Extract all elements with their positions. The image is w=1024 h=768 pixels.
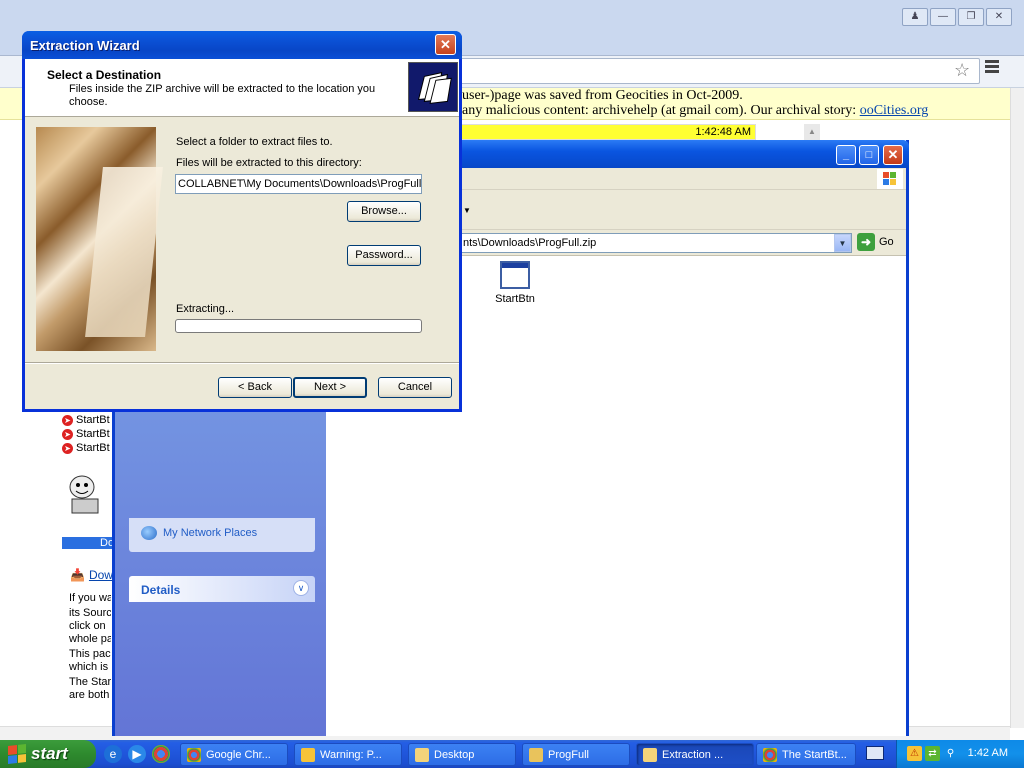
bookmark-star-icon[interactable]: ☆ (954, 60, 970, 81)
close-icon[interactable]: ✕ (883, 145, 903, 165)
close-icon[interactable]: ✕ (986, 8, 1012, 26)
file-item[interactable]: StartBtn (492, 261, 538, 305)
system-tray: ⚠ ⇄ ⚲ 1:42 AM (896, 740, 1024, 768)
extraction-progress-bar (175, 319, 422, 333)
arrow-bullet-icon: ➤ (62, 442, 73, 454)
banner-line-1: user-)page was saved from Geocities in O… (462, 88, 743, 103)
go-button[interactable]: ➜ Go (857, 233, 894, 251)
wizard-heading: Select a Destination (47, 68, 162, 82)
file-name: StartBtn (495, 293, 535, 305)
arrow-bullet-icon: ➤ (62, 428, 73, 440)
extraction-wizard-dialog: Extraction Wizard ✕ Select a Destination… (22, 31, 462, 412)
wizard-subtext: Files inside the ZIP archive will be ext… (69, 83, 376, 108)
network-icon[interactable]: ⇄ (925, 746, 940, 761)
directory-label: Files will be extracted to this director… (176, 157, 362, 169)
download-link[interactable]: Dow (89, 568, 113, 582)
application-window-icon (500, 261, 530, 289)
maximize-icon[interactable]: □ (859, 145, 879, 165)
next-button[interactable]: Next > (293, 377, 367, 398)
download-header-bar: Do (62, 537, 114, 549)
wizard-divider (25, 362, 459, 364)
close-icon[interactable]: ✕ (435, 34, 456, 55)
wizard-side-image (36, 127, 156, 351)
views-dropdown-icon[interactable]: ▼ (463, 206, 471, 215)
restore-icon[interactable]: ❐ (958, 8, 984, 26)
network-places-label: My Network Places (163, 527, 258, 539)
network-globe-icon (141, 526, 157, 540)
page-clock: 1:42:48 AM (460, 124, 756, 140)
taskbar-button[interactable]: ProgFull (522, 743, 630, 766)
taskbar-button[interactable]: Warning: P... (294, 743, 402, 766)
browse-button[interactable]: Browse... (347, 201, 421, 222)
folder-icon (643, 747, 657, 762)
extracting-label: Extracting... (176, 303, 235, 315)
search-icon[interactable]: ⚲ (943, 746, 958, 761)
details-panel-header[interactable]: Details ∨ (129, 576, 315, 602)
select-folder-label: Select a folder to extract files to. (176, 136, 333, 148)
taskbar-button-label: Desktop (434, 748, 475, 761)
go-label: Go (879, 236, 894, 248)
list-item[interactable]: ➤ StartBt (62, 428, 110, 440)
address-bar[interactable] (420, 58, 980, 84)
windows-media-icon[interactable]: ▶ (128, 745, 146, 763)
chevron-down-icon[interactable]: ∨ (293, 580, 309, 596)
windows-flag-icon (8, 744, 26, 764)
scroll-up-icon[interactable]: ▲ (804, 124, 820, 140)
zip-folders-icon (408, 62, 458, 112)
taskbar-button-label: Extraction ... (662, 748, 724, 761)
oocities-link[interactable]: ooCities.org (860, 103, 929, 118)
warning-icon (301, 747, 315, 762)
hamburger-menu-icon[interactable] (985, 60, 999, 74)
wizard-title: Extraction Wizard (30, 38, 140, 53)
zip-folder-icon (529, 747, 543, 762)
keyboard-icon[interactable] (866, 746, 884, 760)
webpage-body-text: If you wa its Sourc click on whole pa Th… (69, 592, 111, 701)
taskbar-button[interactable]: The StartBt... (756, 743, 856, 766)
cancel-button[interactable]: Cancel (378, 377, 452, 398)
details-label: Details (141, 583, 181, 597)
taskbar: start e ▶ Google Chr... Warning: P... Desk… (0, 740, 1024, 768)
network-places-box: My Network Places (129, 518, 315, 552)
page-scrollbar[interactable] (1010, 88, 1024, 728)
computer-mascot-icon (69, 475, 99, 514)
chevron-down-icon[interactable]: ▼ (834, 234, 851, 252)
arrow-bullet-icon: ➤ (62, 414, 73, 426)
chrome-icon (763, 747, 777, 762)
banner-line-2: any malicious content: archivehelp (at g… (462, 103, 857, 118)
chrome-icon[interactable] (152, 745, 170, 763)
tray-icons: ⚠ ⇄ ⚲ (907, 746, 958, 761)
taskbar-button-label: ProgFull (548, 748, 589, 761)
download-row[interactable]: 📥 Dow (70, 568, 113, 582)
back-button[interactable]: < Back (218, 377, 292, 398)
download-icon: 📥 (70, 568, 85, 582)
taskbar-button[interactable]: Extraction ... (636, 743, 754, 766)
taskbar-button[interactable]: Desktop (408, 743, 516, 766)
taskbar-button-label: Google Chr... (206, 748, 271, 761)
start-button[interactable]: start (0, 740, 96, 768)
wizard-header: Select a Destination Files inside the ZI… (25, 59, 459, 117)
chrome-icon (187, 747, 201, 762)
my-network-places-link[interactable]: My Network Places (141, 526, 257, 540)
folder-icon (415, 747, 429, 762)
security-shield-icon[interactable]: ⚠ (907, 746, 922, 761)
taskbar-clock: 1:42 AM (967, 747, 1008, 759)
internet-explorer-icon[interactable]: e (104, 745, 122, 763)
chrome-window-controls: ♟ — ❐ ✕ (902, 8, 1012, 26)
list-item[interactable]: ➤ StartBt (62, 414, 110, 426)
user-icon[interactable]: ♟ (902, 8, 928, 26)
minimize-icon[interactable]: — (930, 8, 956, 26)
taskbar-button-label: The StartBt... (782, 748, 847, 761)
windows-flag-icon (877, 169, 903, 189)
taskbar-button-label: Warning: P... (320, 748, 382, 761)
list-item[interactable]: ➤ StartBt (62, 442, 110, 454)
destination-path-field[interactable]: COLLABNET\My Documents\Downloads\ProgFul… (175, 174, 422, 194)
quick-launch: e ▶ (104, 745, 170, 763)
go-arrow-icon: ➜ (857, 233, 875, 251)
minimize-icon[interactable]: _ (836, 145, 856, 165)
password-button[interactable]: Password... (347, 245, 421, 266)
wizard-title-bar[interactable]: Extraction Wizard ✕ (22, 31, 462, 59)
taskbar-button[interactable]: Google Chr... (180, 743, 288, 766)
start-label: start (31, 744, 68, 763)
